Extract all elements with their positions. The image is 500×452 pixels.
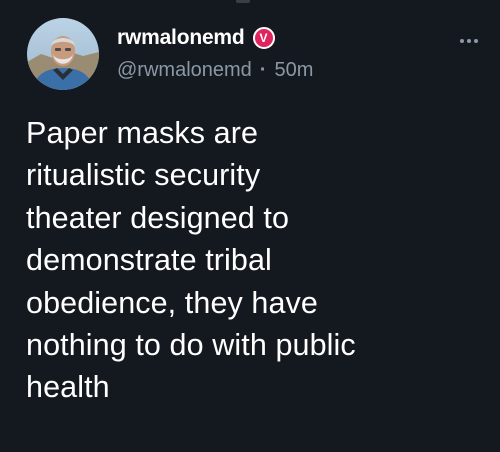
post-timestamp[interactable]: 50m <box>274 59 313 82</box>
author-handle[interactable]: @rwmalonemd <box>117 59 252 82</box>
more-horizontal-icon-dot <box>467 39 471 43</box>
tweet-text-line: nothing to do with public <box>26 328 356 363</box>
author-display-name[interactable]: rwmalonemd <box>117 26 245 50</box>
tweet-text-line: Paper masks are <box>26 116 259 150</box>
author-name-row: rwmalonemd V <box>117 23 275 53</box>
tweet-text-line: ritualistic security <box>26 158 261 193</box>
avatar-photo <box>27 18 99 90</box>
more-options-button[interactable] <box>452 30 486 52</box>
more-horizontal-icon <box>460 39 464 43</box>
tweet-text-line: obedience, they have <box>26 285 318 320</box>
avatar[interactable] <box>27 18 99 90</box>
tweet-text-line: theater designed to <box>26 200 290 235</box>
verified-badge-icon: V <box>252 27 275 49</box>
meta-separator: · <box>259 59 267 81</box>
badge-glyph: V <box>259 31 268 45</box>
tweet[interactable]: rwmalonemd V @rwmalonemd · 50m Paper mas… <box>0 0 500 452</box>
tweet-text-line: demonstrate tribal <box>26 243 272 278</box>
tweet-text-line: health <box>26 370 110 405</box>
tweet-text: Paper masks are ritualistic security the… <box>26 112 486 409</box>
more-horizontal-icon-dot <box>474 39 478 43</box>
post-meta: @rwmalonemd · 50m <box>117 59 313 82</box>
